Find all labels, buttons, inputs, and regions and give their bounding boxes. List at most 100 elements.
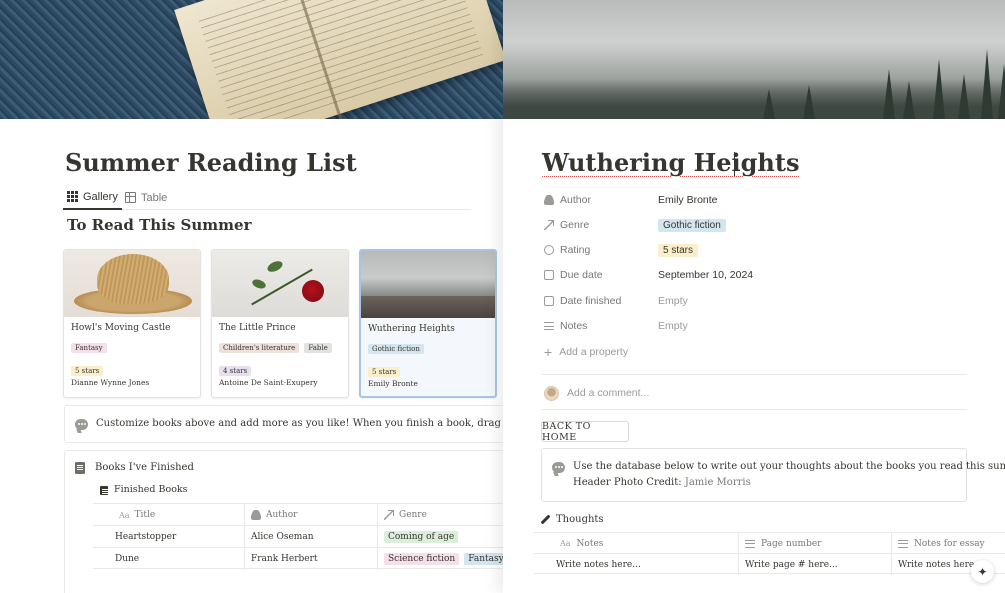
text-type-icon: Aa — [560, 539, 571, 548]
person-icon — [544, 195, 554, 205]
cover-book-illustration — [174, 0, 503, 119]
finished-database-title[interactable]: Finished Books — [114, 484, 188, 495]
genre-tag: Children's literature — [219, 343, 300, 353]
cell-author[interactable]: Frank Herbert — [244, 548, 377, 570]
lines-icon — [745, 538, 755, 549]
genre-tag: Coming of age — [384, 531, 459, 543]
tab-table[interactable]: Table — [121, 185, 171, 210]
speech-bubble-icon — [552, 462, 565, 473]
card-title: The Little Prince — [219, 323, 296, 333]
cover-tree — [803, 85, 815, 119]
database-icon — [100, 486, 108, 495]
comment-input[interactable]: Add a comment... — [544, 383, 649, 403]
back-to-home-button[interactable]: BACK TO HOME — [541, 421, 629, 443]
column-header-notes[interactable]: Aa Notes — [554, 533, 738, 554]
cell-title[interactable]: Dune — [109, 548, 244, 570]
callout-text: Use the database below to write out your… — [573, 461, 1005, 472]
table-row[interactable]: Dune Frank Herbert Science fiction Fanta… — [93, 547, 503, 570]
cell-genre[interactable]: Science fiction Fantasy — [377, 548, 503, 570]
property-notes[interactable]: Notes Empty — [544, 315, 964, 337]
card-author: Antoine De Saint-Exupery — [219, 378, 318, 387]
cell-notes[interactable]: Write notes here... — [550, 554, 738, 575]
gallery-card-wuthering-heights[interactable]: Wuthering Heights Gothic fiction 5 stars… — [359, 249, 497, 398]
table-header-row: Aa Title Author Genre — [93, 503, 503, 526]
add-property-label: Add a property — [559, 346, 629, 358]
photo-credit-link[interactable]: Jamie Morris — [685, 477, 751, 488]
finished-books-title[interactable]: Books I've Finished — [95, 462, 194, 473]
arrow-icon — [544, 220, 554, 230]
sparkle-icon[interactable]: ✦ — [971, 560, 994, 583]
text-type-icon: Aa — [119, 510, 130, 520]
column-header-page-number[interactable]: Page number — [738, 533, 891, 554]
property-name: Genre — [560, 219, 590, 231]
genre-tag: Fantasy — [464, 553, 503, 565]
instructions-callout: Customize books above and add more as yo… — [64, 405, 503, 443]
side-peek-panel: Wuthering Heights Author Emily Bronte Ge… — [503, 0, 1005, 593]
gallery-card-howls-moving-castle[interactable]: Howl's Moving Castle Fantasy 5 stars Dia… — [63, 249, 201, 398]
card-cover-straw-hat — [64, 250, 200, 317]
cover-tree — [981, 49, 993, 119]
page-title-input[interactable]: Wuthering Heights — [542, 148, 799, 177]
tab-table-label: Table — [141, 191, 168, 204]
rating-tag: 5 stars — [71, 366, 104, 376]
column-header-notes-for-essay[interactable]: Notes for essay — [891, 533, 1005, 554]
property-genre[interactable]: Genre Gothic fiction — [544, 214, 964, 236]
tab-gallery[interactable]: Gallery — [63, 185, 122, 210]
speech-bubble-icon — [75, 419, 88, 430]
table-header-row: Aa Notes Page number Notes for essay — [534, 532, 1005, 554]
callout-text: Customize books above and add more as yo… — [96, 418, 503, 429]
pencil-icon — [540, 514, 551, 524]
add-property-button[interactable]: + Add a property — [544, 342, 628, 362]
genre-tag: Gothic fiction — [658, 218, 726, 232]
cell-genre[interactable]: Coming of age — [377, 526, 503, 548]
column-genre-label: Genre — [399, 510, 427, 520]
page-cover-image[interactable] — [503, 0, 1005, 119]
property-name: Notes — [560, 320, 588, 332]
property-name: Rating — [560, 244, 591, 256]
lines-icon — [898, 538, 908, 549]
tab-gallery-label: Gallery — [83, 190, 118, 203]
page-cover-image[interactable] — [0, 0, 503, 119]
cell-author[interactable]: Alice Oseman — [244, 526, 377, 548]
column-header-author[interactable]: Author — [244, 504, 377, 526]
column-essay-label: Notes for essay — [914, 538, 985, 549]
cell-page-number[interactable]: Write page # here... — [738, 554, 891, 575]
main-page: Summer Reading List Gallery Table To Rea… — [0, 0, 503, 593]
rating-tag: 4 stars — [219, 366, 252, 376]
cell-title[interactable]: Heartstopper — [109, 526, 244, 548]
property-date-finished[interactable]: Date finished Empty — [544, 290, 964, 312]
genre-tag: Gothic fiction — [368, 344, 424, 354]
column-notes-label: Notes — [576, 538, 604, 549]
card-author: Emily Bronte — [368, 379, 418, 388]
column-header-title[interactable]: Aa Title — [113, 504, 244, 526]
property-rating[interactable]: Rating 5 stars — [544, 239, 964, 261]
cover-tree — [903, 81, 915, 119]
cover-tree — [958, 74, 970, 119]
property-value[interactable]: Gothic fiction — [658, 214, 726, 236]
grid-icon — [67, 191, 78, 202]
page-icon — [75, 462, 85, 474]
genre-tag: Fantasy — [71, 343, 107, 353]
rating-tag: 5 stars — [658, 243, 699, 257]
thoughts-database-title[interactable]: Thoughts — [540, 512, 604, 526]
column-header-genre[interactable]: Genre — [377, 504, 503, 526]
property-value[interactable]: September 10, 2024 — [658, 264, 753, 286]
column-page-label: Page number — [761, 538, 822, 549]
property-name: Date finished — [560, 295, 622, 307]
table-row[interactable]: Write notes here... Write page # here...… — [534, 553, 1005, 575]
divider — [542, 409, 967, 410]
property-due-date[interactable]: Due date September 10, 2024 — [544, 264, 964, 286]
page-title[interactable]: Summer Reading List — [65, 148, 357, 177]
cover-ridge — [503, 79, 1005, 119]
table-row[interactable]: Heartstopper Alice Oseman Coming of age — [93, 525, 503, 548]
cover-tree — [883, 69, 895, 119]
property-value[interactable]: Emily Bronte — [658, 189, 718, 211]
photo-credit-label: Header Photo Credit: — [573, 477, 682, 488]
property-value[interactable]: 5 stars — [658, 239, 699, 261]
property-value[interactable]: Empty — [658, 315, 688, 337]
arrow-icon — [384, 510, 394, 520]
card-cover-foggy-hills — [361, 251, 495, 318]
property-value[interactable]: Empty — [658, 290, 688, 312]
gallery-card-the-little-prince[interactable]: The Little Prince Children's literature … — [211, 249, 349, 398]
property-author[interactable]: Author Emily Bronte — [544, 189, 964, 211]
